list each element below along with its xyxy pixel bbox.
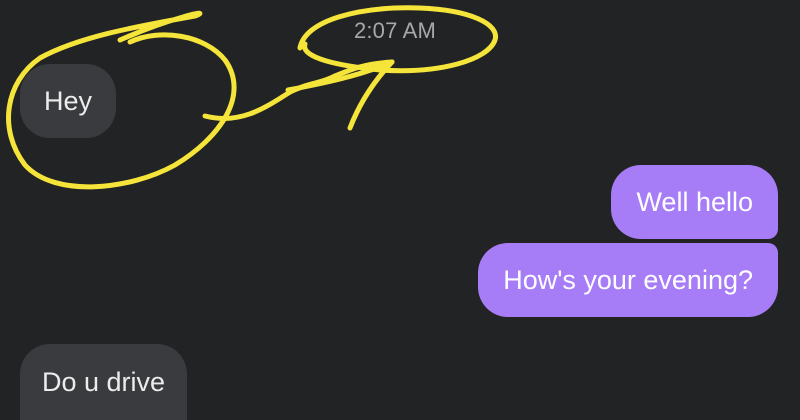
annotation-arrow-head: [347, 59, 395, 131]
annotation-connector-line: [202, 59, 395, 121]
incoming-message-bubble[interactable]: Do u drive: [20, 344, 188, 420]
outgoing-message-bubble[interactable]: Well hello: [611, 165, 778, 239]
outgoing-message-bubble[interactable]: How's your evening?: [478, 243, 778, 317]
annotation-arrow-stroke: [285, 59, 395, 93]
message-timestamp: 2:07 AM: [353, 18, 437, 43]
incoming-message-bubble[interactable]: Hey: [20, 64, 117, 138]
chat-screen: 2:07 AM Hey Well hello How's your evenin…: [0, 0, 800, 420]
